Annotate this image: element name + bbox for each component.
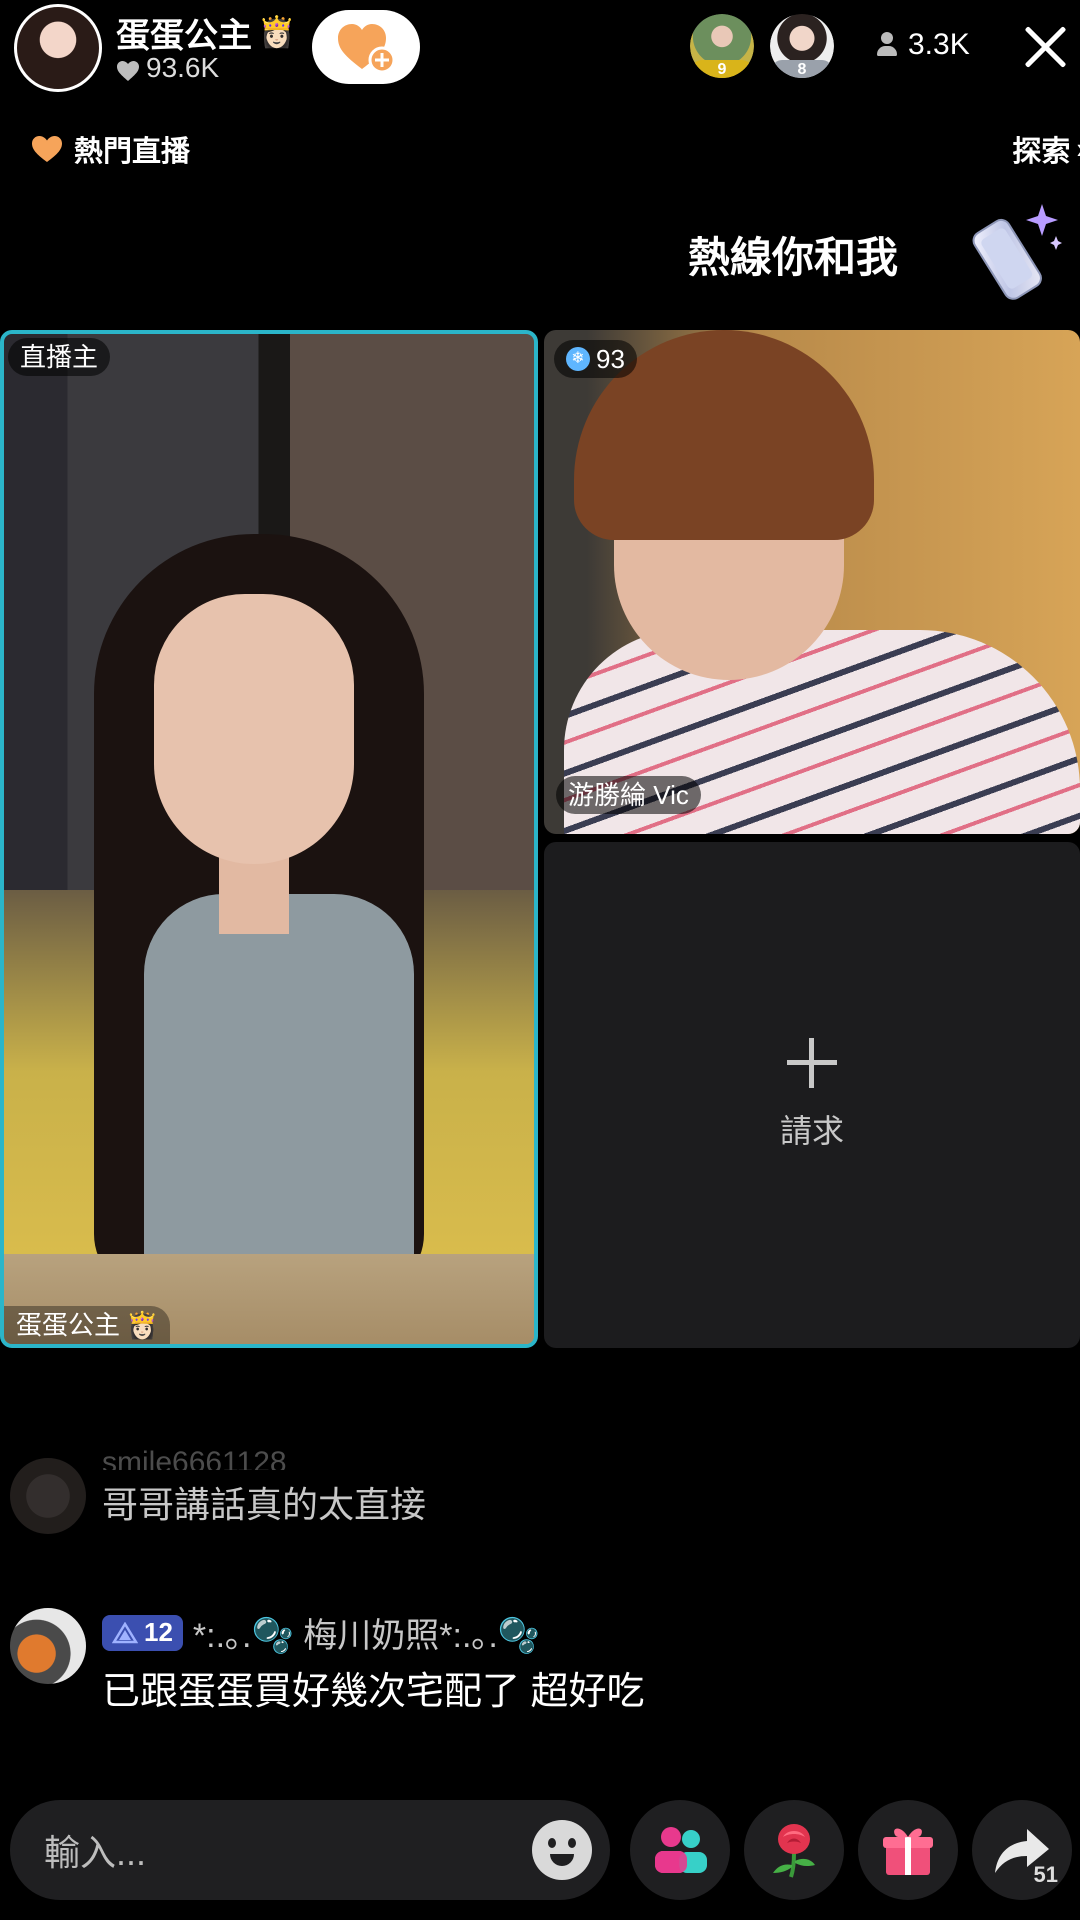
comment-input[interactable]: 輸入... bbox=[10, 1800, 610, 1900]
top-viewer-avatar[interactable]: 9 bbox=[690, 14, 754, 78]
top-viewer-avatar[interactable]: 8 bbox=[770, 14, 834, 78]
comment-input-placeholder: 輸入... bbox=[44, 1832, 147, 1873]
viewer-count[interactable]: 3.3K bbox=[876, 28, 970, 62]
viewer-rank-badge: 9 bbox=[692, 60, 752, 78]
guest-video-tile[interactable]: ❄ 93 游勝綸 Vic bbox=[544, 330, 1080, 834]
guests-icon bbox=[655, 1827, 707, 1873]
host-figure-body bbox=[144, 894, 414, 1314]
guest-level-text: 93 bbox=[596, 344, 625, 374]
close-button[interactable] bbox=[1020, 22, 1070, 72]
host-name[interactable]: 蛋蛋公主 👸🏻 bbox=[116, 8, 295, 57]
host-name-text: 蛋蛋公主 bbox=[116, 17, 252, 55]
host-name-tag: 蛋蛋公主 👸🏻 bbox=[4, 1306, 171, 1344]
heart-plus-icon bbox=[338, 24, 396, 74]
request-slot[interactable]: 請求 bbox=[544, 842, 1080, 1348]
host-likes: 93.6K bbox=[116, 52, 219, 84]
viewer-count-text: 3.3K bbox=[908, 28, 970, 61]
host-avatar[interactable] bbox=[14, 4, 102, 92]
share-button[interactable]: 51 bbox=[972, 1800, 1072, 1900]
host-video-tile[interactable]: 直播主 蛋蛋公主 👸🏻 bbox=[0, 330, 538, 1348]
comment-text: 哥哥講話真的太直接 bbox=[102, 1484, 427, 1525]
chevron-right-icon: › bbox=[1076, 133, 1080, 166]
plus-icon bbox=[787, 1038, 837, 1088]
viewer-rank-badge: 8 bbox=[772, 60, 832, 78]
follow-button[interactable] bbox=[312, 10, 420, 84]
comment-header: 12 *:.｡.🫧 梅川奶照*:.｡.🫧 bbox=[102, 1608, 540, 1657]
emoji-icon[interactable] bbox=[532, 1820, 592, 1880]
rose-gift-button[interactable] bbox=[744, 1800, 844, 1900]
triangle-icon bbox=[112, 1621, 138, 1643]
level-badge: 12 bbox=[102, 1614, 183, 1651]
hot-live-link[interactable]: 熱門直播 bbox=[30, 128, 190, 170]
guest-name-tag: 游勝綸 Vic bbox=[556, 776, 701, 814]
crown-icon: 👸🏻 bbox=[126, 1310, 159, 1340]
level-number: 12 bbox=[144, 1617, 173, 1647]
host-name-tag-text: 蛋蛋公主 bbox=[16, 1310, 121, 1340]
share-count: 51 bbox=[1033, 1862, 1058, 1887]
explore-label: 探索 bbox=[1012, 136, 1071, 168]
explore-link[interactable]: 探索 › bbox=[1012, 128, 1080, 170]
comment-text: 已跟蛋蛋買好幾次宅配了 超好吃 bbox=[102, 1671, 645, 1713]
host-figure-face bbox=[154, 594, 354, 864]
comment-avatar[interactable] bbox=[10, 1458, 86, 1534]
gift-button[interactable] bbox=[858, 1800, 958, 1900]
guests-button[interactable] bbox=[630, 1800, 730, 1900]
top-bar: 蛋蛋公主 👸🏻 93.6K 9 8 3.3K bbox=[0, 0, 1080, 100]
gift-icon bbox=[883, 1828, 933, 1875]
snowflake-icon: ❄ bbox=[566, 347, 590, 371]
comment-avatar[interactable] bbox=[10, 1608, 86, 1684]
comment-username[interactable]: *:.｡.🫧 梅川奶照*:.｡.🫧 bbox=[193, 1608, 540, 1657]
crown-icon: 👸🏻 bbox=[258, 16, 296, 49]
host-likes-count: 93.6K bbox=[146, 52, 220, 83]
sparkle-phone-icon[interactable] bbox=[958, 200, 1062, 304]
heart-icon bbox=[116, 57, 140, 81]
host-role-tag: 直播主 bbox=[8, 338, 111, 376]
request-label: 請求 bbox=[779, 1113, 844, 1149]
hotline-title: 熱線你和我 bbox=[688, 234, 899, 281]
guest-level-tag: ❄ 93 bbox=[554, 340, 637, 378]
comment-username[interactable]: smile6661128 bbox=[102, 1446, 287, 1470]
person-icon bbox=[876, 32, 898, 58]
rose-icon bbox=[773, 1824, 815, 1878]
orange-heart-icon bbox=[32, 136, 62, 162]
hot-live-label: 熱門直播 bbox=[74, 136, 191, 168]
